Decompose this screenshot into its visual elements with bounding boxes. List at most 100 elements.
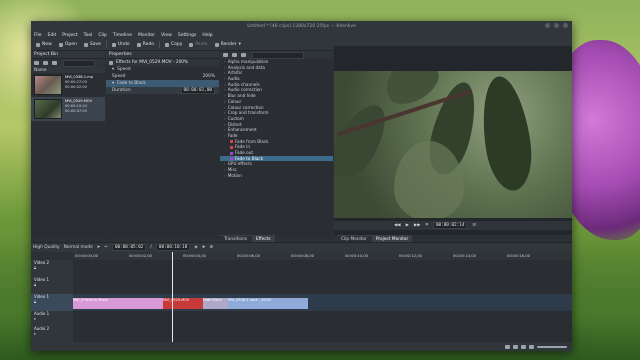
speed-param[interactable]: Speed 200% — [106, 73, 219, 80]
status-icon[interactable] — [505, 344, 510, 349]
bin-clip-item[interactable]: MVI_0529.MOV 00:00:10:24 00:00:07:00 — [31, 97, 105, 121]
save-icon — [83, 42, 88, 47]
timeline-clip[interactable]: MVI_0338-1.mp4 - 200% — [228, 298, 308, 309]
zoom-slider-icon[interactable] — [537, 345, 567, 348]
minimize-button[interactable] — [545, 23, 550, 28]
effect-fade-to-black[interactable]: ▾ Fade to Black — [106, 80, 219, 87]
duration-value[interactable]: 00:00:01,00 — [180, 87, 215, 94]
effects-favorite-icon[interactable] — [241, 53, 246, 57]
menu-timeline[interactable]: Timeline — [113, 33, 132, 38]
menu-help[interactable]: Help — [202, 33, 212, 38]
ruler-tick: 00:00:00,00 — [75, 253, 99, 258]
chevron-right-icon: › — [224, 172, 226, 178]
timeline-position[interactable]: 00:00:05:02 — [111, 244, 147, 251]
maximize-button[interactable] — [554, 23, 559, 28]
view-icon[interactable] — [52, 61, 57, 65]
chevron-right-icon: › — [224, 98, 226, 104]
bin-clip-item[interactable]: MVI_0338-1.mp 00:00:27:03 00:00:02:00 — [31, 73, 105, 97]
rewind-icon[interactable]: ◀◀ — [394, 223, 401, 228]
effects-search-input[interactable] — [252, 51, 304, 59]
track-video-1[interactable]: Video 1 🔒︎ — [31, 277, 572, 295]
edit-mode-select[interactable]: Normal mode — [64, 245, 93, 250]
menu-file[interactable]: File — [34, 33, 42, 38]
play-icon[interactable]: ▶ — [406, 223, 409, 228]
menu-settings[interactable]: Settings — [178, 33, 196, 38]
add-clip-icon[interactable] — [34, 61, 39, 65]
menu-icon[interactable]: ☰ — [472, 223, 476, 228]
new-button[interactable]: New — [33, 40, 55, 49]
mute-icon[interactable]: 🔈︎ — [34, 331, 36, 336]
effect-speed[interactable]: ▾ Speed — [106, 66, 219, 73]
save-button[interactable]: Save — [81, 40, 104, 49]
effect-label: Colour — [227, 98, 242, 104]
timeline-clip[interactable]: Fade Black — [203, 298, 228, 309]
effect-category[interactable]: › Motion — [220, 173, 333, 179]
project-bin-toolbar — [31, 59, 105, 67]
duration-param[interactable]: Duration 00:00:01,00 — [106, 87, 219, 94]
tab-clip-monitor[interactable]: Clip Monitor — [337, 235, 371, 242]
ruler-tick: 00:00:02,00 — [129, 253, 153, 258]
undo-button[interactable]: Undo — [109, 40, 133, 49]
ruler-tick: 00:00:10,00 — [345, 253, 369, 258]
lock-icon[interactable]: 🔒︎ — [34, 265, 36, 270]
timeline-ruler[interactable]: 00:00:00,00 00:00:02,00 00:00:04,00 00:0… — [73, 252, 572, 260]
effect-label: Enhancement — [227, 127, 257, 133]
toolbar-separator — [158, 41, 160, 48]
effect-label: Colour correction — [227, 104, 264, 110]
track-header: Audio 1 🔈︎ — [31, 311, 73, 326]
chevron-right-icon: › — [224, 70, 226, 76]
monitor-video-frame[interactable] — [334, 71, 572, 218]
tab-project-monitor[interactable]: Project Monitor — [371, 235, 413, 242]
track-header: Audio 2 🔈︎ — [31, 326, 73, 342]
menu-clip[interactable]: Clip — [98, 33, 107, 38]
redo-button[interactable]: Redo — [134, 40, 157, 49]
status-icon[interactable] — [513, 344, 518, 349]
menu-edit[interactable]: Edit — [48, 33, 57, 38]
snap-icon[interactable]: ◈ — [194, 245, 197, 250]
tab-transitions[interactable]: Transitions — [220, 235, 252, 242]
effect-label: Audio — [227, 76, 240, 82]
status-icon[interactable] — [529, 344, 534, 349]
forward-icon[interactable]: ▶▶ — [414, 223, 421, 228]
marker-icon[interactable]: ★ — [202, 245, 206, 250]
properties-title: Properties — [106, 51, 219, 59]
track-video-1-active[interactable]: Video 1 🔒︎ MVI_0 Fade to Black MVI_0529.M… — [31, 294, 572, 312]
zone-icon[interactable]: ⌗ — [426, 223, 428, 228]
render-button[interactable]: Render ▾ — [212, 40, 244, 49]
lock-icon[interactable]: 🔒︎ — [34, 282, 36, 287]
menu-monitor[interactable]: Monitor — [138, 33, 155, 38]
effects-audio-icon[interactable] — [232, 53, 237, 57]
ruler-tick: 00:00:06,00 — [237, 253, 261, 258]
menu-project[interactable]: Project — [62, 33, 77, 38]
menu-view[interactable]: View — [161, 33, 172, 38]
paste-label: Paste — [195, 42, 208, 47]
select-tool-icon[interactable]: ➤ — [97, 245, 101, 250]
timeline-clip[interactable]: MVI_0 Fade to Black — [73, 298, 163, 309]
effects-video-icon[interactable] — [223, 53, 228, 57]
tab-effects[interactable]: Effects — [252, 235, 275, 242]
timeline-clip[interactable]: MVI_0529.MOV — [163, 298, 203, 309]
clip-label: Fade Black — [203, 298, 222, 302]
open-icon — [58, 42, 63, 47]
close-button[interactable] — [563, 23, 568, 28]
clip-usage: 00:00:07:00 — [65, 109, 87, 113]
menu-tool[interactable]: Tool — [84, 33, 93, 38]
open-button[interactable]: Open — [56, 40, 80, 49]
paste-button[interactable]: Paste — [186, 40, 210, 49]
mute-icon[interactable]: 🔈︎ — [34, 316, 36, 321]
track-audio-1[interactable]: Audio 1 🔈︎ — [31, 311, 572, 327]
copy-button[interactable]: Copy — [162, 40, 185, 49]
quality-select[interactable]: High Quality — [33, 245, 60, 250]
render-label: Render — [220, 42, 237, 47]
track-audio-2[interactable]: Audio 2 🔈︎ — [31, 326, 572, 343]
razor-tool-icon[interactable]: ✂ — [104, 245, 108, 250]
timeline-playhead[interactable] — [172, 252, 173, 351]
lock-icon[interactable]: 🔒︎ — [34, 299, 36, 304]
status-icon[interactable] — [521, 344, 526, 349]
track-video-2[interactable]: Video 2 🔒︎ — [31, 260, 572, 278]
monitor-timecode[interactable]: 00:00:02:14 — [432, 222, 468, 229]
folder-icon[interactable] — [43, 61, 48, 65]
zoom-icon[interactable]: ⊕ — [210, 245, 214, 250]
speed-value: 200% — [202, 74, 215, 79]
bin-search-input[interactable] — [63, 59, 95, 67]
